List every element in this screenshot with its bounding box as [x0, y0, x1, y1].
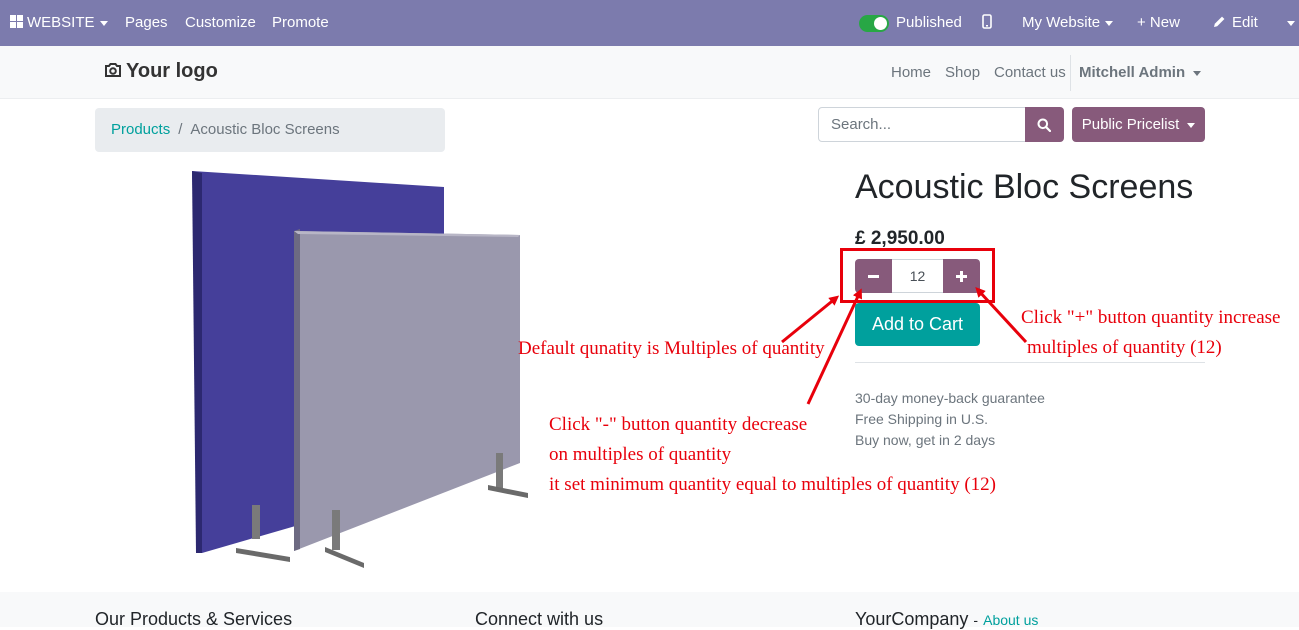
nav-home[interactable]: Home: [891, 64, 931, 81]
product-title: Acoustic Bloc Screens: [855, 168, 1194, 206]
nav-shop[interactable]: Shop: [945, 64, 980, 81]
footer-company-name: YourCompany: [855, 609, 969, 629]
apps-grid-icon: [10, 15, 23, 28]
my-website-label: My Website: [1022, 14, 1101, 31]
toggle-switch-icon: [859, 14, 889, 32]
pages-menu[interactable]: Pages: [125, 0, 168, 46]
new-button[interactable]: + New: [1137, 0, 1180, 46]
annotation-minus-line2: on multiples of quantity: [549, 444, 732, 465]
perk-delivery: Buy now, get in 2 days: [855, 432, 996, 448]
annotation-plus-line1: Click "+" button quantity increase: [1021, 307, 1281, 328]
published-toggle[interactable]: Published: [859, 0, 962, 46]
customize-menu[interactable]: Customize: [185, 0, 256, 46]
annotation-default-qty: Default qunatity is Multiples of quantit…: [518, 338, 825, 359]
breadcrumb-products-link[interactable]: Products: [111, 121, 170, 138]
caret-down-icon: [1287, 20, 1295, 26]
website-menu-label: WEBSITE: [27, 14, 95, 31]
pricelist-label: Public Pricelist: [1081, 116, 1180, 133]
user-menu[interactable]: Mitchell Admin: [1079, 64, 1202, 81]
promote-menu[interactable]: Promote: [272, 0, 329, 46]
search-icon: [1037, 118, 1051, 132]
add-to-cart-button[interactable]: Add to Cart: [855, 303, 980, 346]
perk-free-shipping: Free Shipping in U.S.: [855, 411, 989, 427]
breadcrumb-current: Acoustic Bloc Screens: [190, 121, 340, 138]
website-menu[interactable]: WEBSITE: [10, 0, 108, 46]
annotation-highlight-box: [840, 248, 995, 303]
caret-down-icon: [1105, 20, 1114, 26]
product-price: £ 2,950.00: [855, 228, 945, 249]
edit-label: Edit: [1232, 14, 1258, 31]
caret-down-icon: [99, 20, 108, 26]
pricelist-dropdown[interactable]: Public Pricelist: [1072, 107, 1205, 142]
caret-down-icon: [1193, 70, 1202, 76]
annotation-minus-line3: it set minimum quantity equal to multipl…: [549, 474, 996, 495]
admin-bar: WEBSITE Pages Customize Promote Publishe…: [0, 0, 1299, 46]
more-dropdown[interactable]: [1282, 0, 1295, 46]
published-label: Published: [896, 14, 962, 31]
camera-icon: [105, 63, 121, 77]
caret-down-icon: [1187, 122, 1196, 128]
perk-money-back: 30-day money-back guarantee: [855, 390, 1045, 406]
product-image: [192, 171, 528, 568]
site-header: Your logo Home Shop Contact us Mitchell …: [0, 46, 1299, 99]
annotation-plus-line2: multiples of quantity (12): [1027, 337, 1222, 358]
edit-button[interactable]: Edit: [1213, 0, 1258, 46]
nav-contact-us[interactable]: Contact us: [994, 64, 1066, 81]
logo-text: Your logo: [126, 60, 218, 82]
divider: [855, 362, 1205, 363]
breadcrumb-separator: /: [178, 121, 183, 138]
search-input[interactable]: [818, 107, 1026, 142]
annotation-minus-line1: Click "-" button quantity decrease: [549, 414, 808, 435]
footer-dash: -: [973, 612, 979, 628]
my-website-menu[interactable]: My Website: [1022, 0, 1114, 46]
breadcrumb: Products / Acoustic Bloc Screens: [95, 108, 445, 152]
footer-about-us-link[interactable]: About us: [983, 612, 1038, 628]
mobile-phone-icon: [982, 14, 992, 29]
mobile-preview-button[interactable]: [982, 0, 992, 46]
search-button[interactable]: [1025, 107, 1064, 142]
site-logo[interactable]: Your logo: [104, 60, 218, 83]
nav-divider: [1070, 55, 1071, 91]
pencil-icon: [1214, 16, 1225, 27]
user-name: Mitchell Admin: [1079, 64, 1186, 81]
